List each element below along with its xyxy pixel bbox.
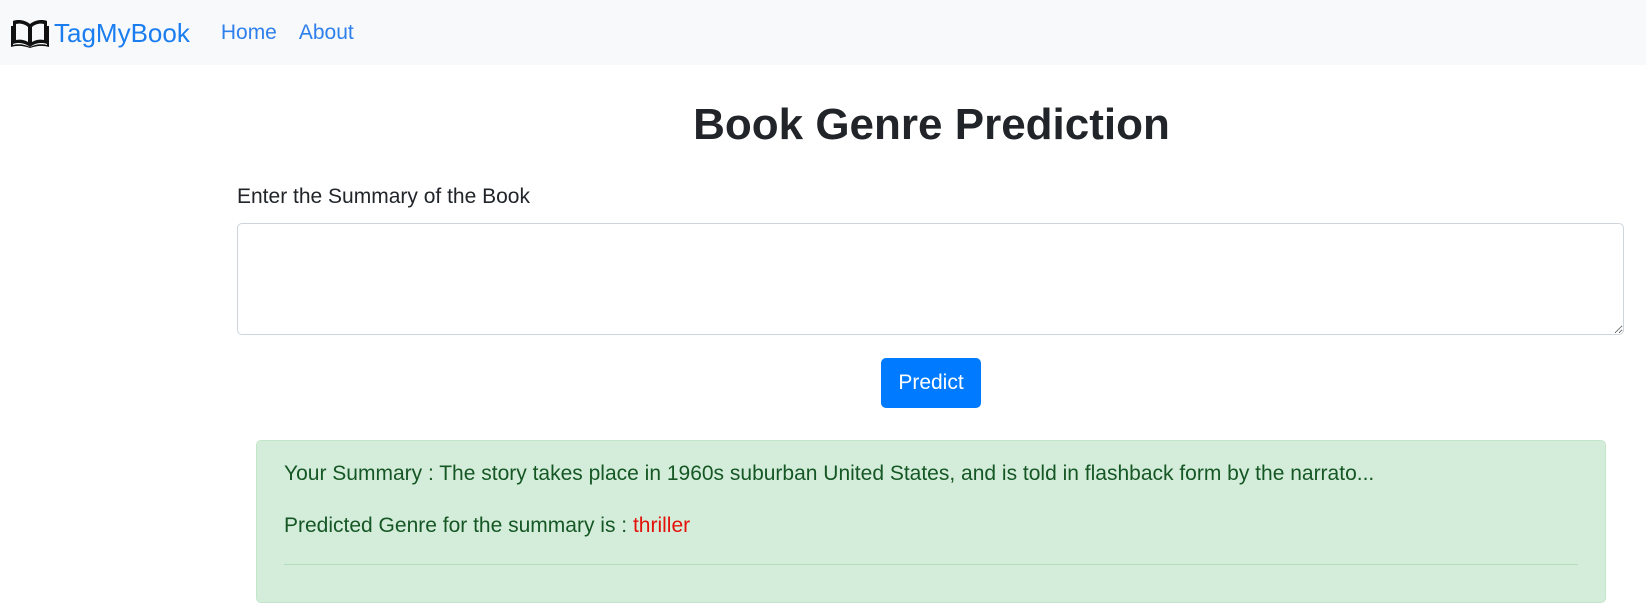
summary-result-text: The story takes place in 1960s suburban … — [439, 462, 1375, 485]
result-alert: Your Summary : The story takes place in … — [256, 440, 1606, 603]
summary-result-line: Your Summary : The story takes place in … — [284, 461, 1374, 487]
brand-label: TagMyBook — [54, 17, 190, 48]
summary-input[interactable] — [237, 223, 1624, 335]
alert-divider — [284, 564, 1578, 565]
predicted-genre: thriller — [632, 514, 691, 537]
genre-result-line: Predicted Genre for the summary is : thr… — [284, 513, 690, 539]
summary-label: Enter the Summary of the Book — [237, 185, 530, 208]
page-title: Book Genre Prediction — [693, 100, 1170, 149]
predict-button[interactable]: Predict — [881, 358, 981, 408]
brand-link[interactable]: TagMyBook — [11, 18, 190, 48]
nav-link-about[interactable]: About — [299, 22, 354, 43]
summary-result-prefix: Your Summary : — [284, 462, 440, 485]
nav-link-home[interactable]: Home — [221, 22, 277, 43]
genre-result-prefix: Predicted Genre for the summary is : — [284, 514, 633, 537]
open-book-icon — [11, 18, 49, 48]
navbar: TagMyBook Home About — [0, 0, 1646, 65]
